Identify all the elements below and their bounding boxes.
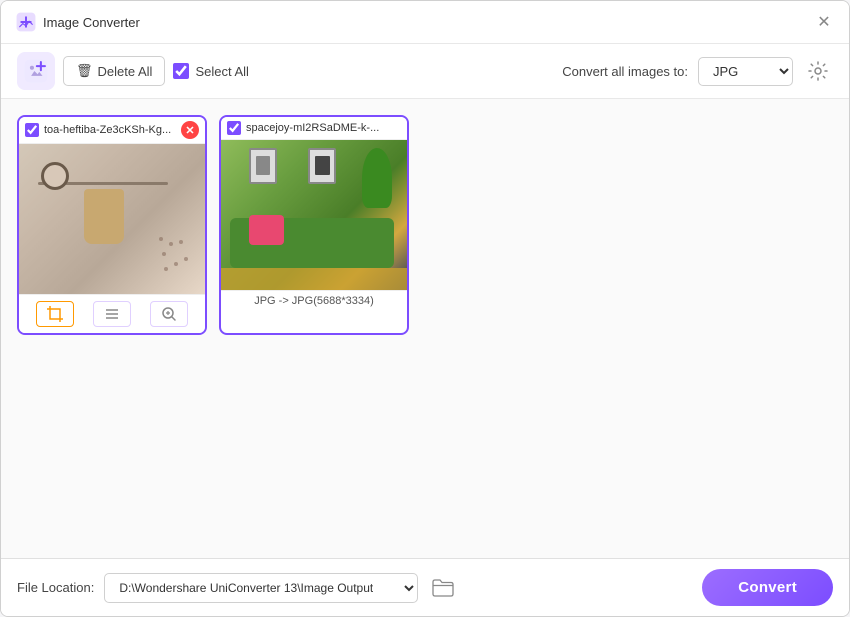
card-1-image [19, 144, 205, 294]
card-2-filename: spacejoy-mI2RSaDME-k-... [246, 122, 401, 134]
card-1-checkbox[interactable] [25, 123, 39, 137]
footer: File Location: D:\Wondershare UniConvert… [1, 558, 849, 616]
frame1-decoration [249, 148, 277, 184]
select-all-checkbox[interactable] [173, 63, 189, 79]
convert-button-label: Convert [738, 579, 797, 596]
card-1-list-button[interactable] [93, 301, 131, 327]
toolbar: 🗑 Delete All Select All Convert all imag… [1, 44, 849, 99]
dots-decoration [156, 234, 196, 279]
window-title: Image Converter [43, 15, 140, 30]
jacket-decoration [84, 189, 124, 244]
format-select[interactable]: JPG PNG BMP GIF TIFF WEBP [698, 57, 793, 86]
settings-icon [807, 60, 829, 82]
zoom-icon [161, 306, 177, 322]
convert-button[interactable]: Convert [702, 569, 833, 606]
footer-left: File Location: D:\Wondershare UniConvert… [17, 573, 458, 603]
card-2-info: JPG -> JPG(5688*3334) [221, 290, 407, 311]
image-card-2: spacejoy-mI2RSaDME-k-... [219, 115, 409, 335]
add-image-icon [23, 58, 49, 84]
close-button[interactable]: ✕ [813, 11, 835, 33]
image-card-1: toa-heftiba-Ze3cKSh-Kg... ✕ [17, 115, 207, 335]
content-area: toa-heftiba-Ze3cKSh-Kg... ✕ [1, 99, 849, 558]
toolbar-left: 🗑 Delete All Select All [17, 52, 554, 90]
app-logo-icon [15, 11, 37, 33]
card-2-header: spacejoy-mI2RSaDME-k-... [221, 117, 407, 140]
cushion-decoration [249, 215, 284, 245]
clock-decoration [41, 162, 69, 190]
card-1-header: toa-heftiba-Ze3cKSh-Kg... ✕ [19, 117, 205, 144]
card-2-image [221, 140, 407, 290]
frame2-decoration [308, 148, 336, 184]
settings-button[interactable] [803, 56, 833, 86]
folder-icon [432, 579, 454, 597]
add-image-button[interactable] [17, 52, 55, 90]
title-bar-left: Image Converter [15, 11, 140, 33]
convert-format-label: Convert all images to: [562, 64, 688, 79]
select-all-label: Select All [195, 64, 248, 79]
images-grid: toa-heftiba-Ze3cKSh-Kg... ✕ [17, 115, 833, 335]
file-location-label: File Location: [17, 580, 94, 595]
title-bar: Image Converter ✕ [1, 1, 849, 44]
crop-icon [47, 306, 63, 322]
list-icon [104, 306, 120, 322]
output-path-select[interactable]: D:\Wondershare UniConverter 13\Image Out… [104, 573, 418, 603]
card-2-checkbox[interactable] [227, 121, 241, 135]
card-1-crop-button[interactable] [36, 301, 74, 327]
floor-decoration [221, 268, 407, 291]
trash-icon: 🗑 [76, 63, 93, 79]
plant-decoration [362, 148, 392, 208]
card-1-zoom-button[interactable] [150, 301, 188, 327]
select-all-container[interactable]: Select All [173, 63, 248, 79]
toolbar-right: Convert all images to: JPG PNG BMP GIF T… [562, 56, 833, 86]
card-1-filename: toa-heftiba-Ze3cKSh-Kg... [44, 124, 181, 136]
card-1-remove-button[interactable]: ✕ [181, 121, 199, 139]
delete-all-button[interactable]: 🗑 Delete All [63, 56, 165, 86]
delete-all-label: Delete All [98, 64, 153, 79]
main-window: Image Converter ✕ 🗑 Delete All [0, 0, 850, 617]
open-folder-button[interactable] [428, 573, 458, 603]
card-1-actions [19, 294, 205, 333]
